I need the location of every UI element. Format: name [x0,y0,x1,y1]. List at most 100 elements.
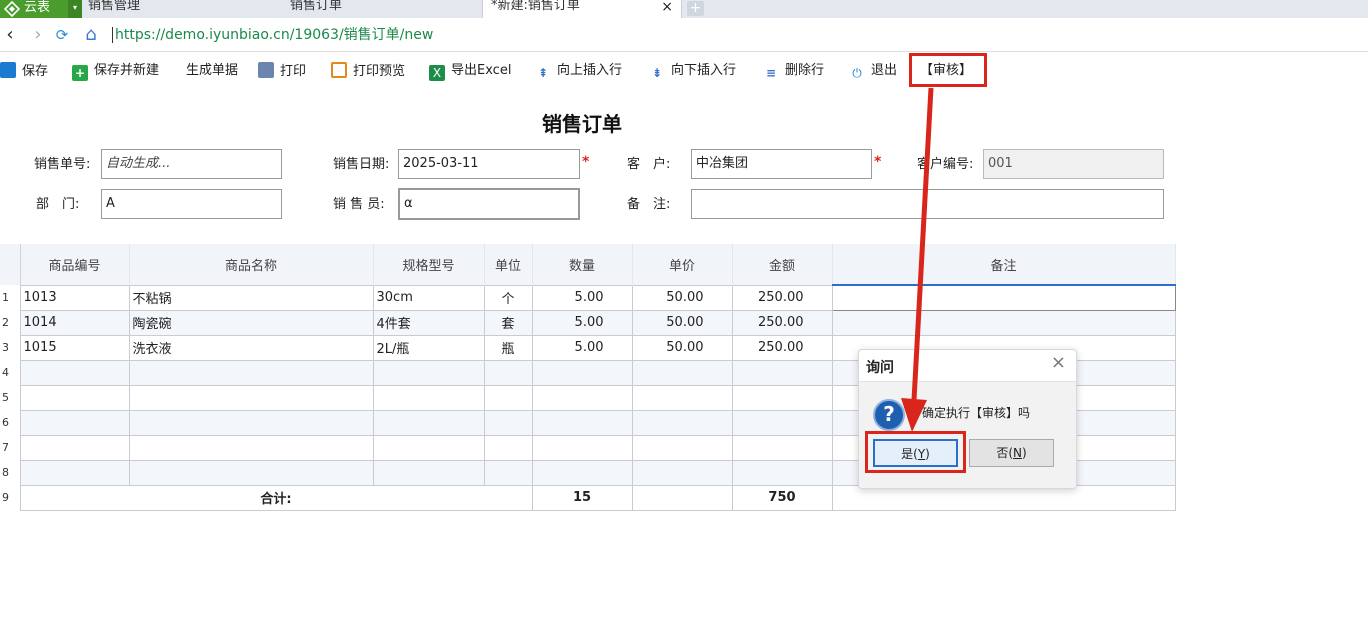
cell-price[interactable] [631,359,733,386]
cell-qty[interactable]: 5.00 [531,309,633,336]
cell-unit[interactable]: 套 [483,309,533,336]
insert-row-below-button[interactable]: ⇟ 向下插入行 [649,62,736,80]
cell-amount[interactable] [731,384,833,411]
cell-name[interactable] [128,359,374,386]
close-icon[interactable]: × [1051,352,1066,373]
close-icon[interactable]: × [661,0,673,14]
cell-name[interactable] [128,384,374,411]
app-dropdown-icon[interactable]: ▾ [68,0,82,18]
print-button[interactable]: 打印 [258,62,306,80]
cell-amount[interactable] [731,459,833,486]
cell-name[interactable]: 洗衣液 [128,334,374,361]
salesperson-label: 销 售 员: [333,197,385,212]
remark-field[interactable] [691,189,1164,219]
col-header-price[interactable]: 单价 [632,244,733,285]
salesperson-field[interactable]: α [398,188,580,220]
cell-qty[interactable] [531,359,633,386]
order-no-field[interactable]: 自动生成... [101,149,282,179]
cell-price[interactable] [631,409,733,436]
new-tab-button[interactable]: + [687,1,704,16]
cell-code[interactable] [19,384,130,411]
cell-spec[interactable] [372,384,485,411]
generate-doc-button[interactable]: 生成单据 [186,62,238,80]
delete-row-button[interactable]: ≡ 删除行 [763,62,824,80]
refresh-icon[interactable]: ⟳ [53,25,71,45]
cell-price[interactable] [631,459,733,486]
tab-sales-orders[interactable]: 销售订单 [290,0,480,18]
cell-price[interactable] [631,384,733,411]
cell-spec[interactable]: 2L/瓶 [372,334,485,361]
cell-name[interactable] [128,459,374,486]
cell-note[interactable] [831,284,1176,311]
cell-spec[interactable] [372,359,485,386]
forward-icon[interactable]: › [29,25,47,45]
customer-field[interactable]: 中冶集团 [691,149,872,179]
cell-spec[interactable] [372,459,485,486]
tab-new-sales-order[interactable]: *新建:销售订单 × [482,0,682,18]
cell-qty[interactable] [531,459,633,486]
cell-code[interactable] [19,359,130,386]
cell-price[interactable]: 50.00 [631,334,733,361]
col-header-note[interactable]: 备注 [832,244,1176,286]
cell-amount[interactable]: 250.00 [731,334,833,361]
col-header-code[interactable]: 商品编号 [20,244,130,285]
tab-sales-management[interactable]: 销售管理 [88,0,288,18]
cell-code[interactable] [19,459,130,486]
cell-code[interactable] [19,409,130,436]
cell-unit[interactable] [483,409,533,436]
cell-code[interactable]: 1014 [19,309,130,336]
cell-amount[interactable] [731,409,833,436]
cell-name[interactable] [128,434,374,461]
col-header-name[interactable]: 商品名称 [129,244,374,285]
order-date-field[interactable]: 2025-03-11 [398,149,580,179]
export-excel-button[interactable]: X 导出Excel [429,62,511,81]
cell-amount[interactable]: 250.00 [731,309,833,336]
department-field[interactable]: A [101,189,282,219]
cell-price[interactable]: 50.00 [631,309,733,336]
col-header-spec[interactable]: 规格型号 [373,244,485,285]
cell-name[interactable]: 不粘锅 [128,284,374,311]
app-menu-button[interactable]: 云表 ▾ [0,0,82,18]
no-button[interactable]: 否(N) [969,439,1054,467]
cell-amount[interactable] [731,434,833,461]
cell-unit[interactable] [483,359,533,386]
cell-qty[interactable]: 5.00 [531,284,633,311]
cell-amount[interactable]: 250.00 [731,284,833,311]
cell-amount[interactable] [731,359,833,386]
cell-spec[interactable]: 4件套 [372,309,485,336]
col-header-unit[interactable]: 单位 [484,244,533,285]
cell-qty[interactable] [531,409,633,436]
cell-code[interactable]: 1015 [19,334,130,361]
home-icon[interactable]: ⌂ [82,25,100,45]
back-icon[interactable]: ‹ [1,25,19,45]
cell-spec[interactable]: 30cm [372,284,485,311]
cell-unit[interactable] [483,459,533,486]
customer-label: 客 户: [627,157,671,172]
cell-qty[interactable] [531,384,633,411]
save-and-new-button[interactable]: + 保存并新建 [72,62,159,81]
row-number: 5 [0,385,21,410]
cell-price[interactable]: 50.00 [631,284,733,311]
url-field[interactable]: https://demo.iyunbiao.cn/19063/销售订单/new [112,27,433,43]
insert-row-above-button[interactable]: ⇞ 向上插入行 [535,62,622,80]
print-preview-button[interactable]: 打印预览 [331,62,405,80]
cell-qty[interactable] [531,434,633,461]
col-header-amount[interactable]: 金额 [732,244,833,285]
cell-spec[interactable] [372,434,485,461]
cell-code[interactable]: 1013 [19,284,130,311]
cell-unit[interactable]: 瓶 [483,334,533,361]
col-header-qty[interactable]: 数量 [532,244,633,285]
cell-spec[interactable] [372,409,485,436]
row-number: 1 [0,285,21,310]
cell-unit[interactable] [483,384,533,411]
cell-unit[interactable]: 个 [483,284,533,311]
cell-unit[interactable] [483,434,533,461]
cell-note[interactable] [831,309,1176,336]
cell-price[interactable] [631,434,733,461]
save-button[interactable]: 保存 [0,62,48,80]
cell-name[interactable] [128,409,374,436]
cell-code[interactable] [19,434,130,461]
cell-qty[interactable]: 5.00 [531,334,633,361]
exit-button[interactable]: ⏻ 退出 [849,62,897,80]
cell-name[interactable]: 陶瓷碗 [128,309,374,336]
